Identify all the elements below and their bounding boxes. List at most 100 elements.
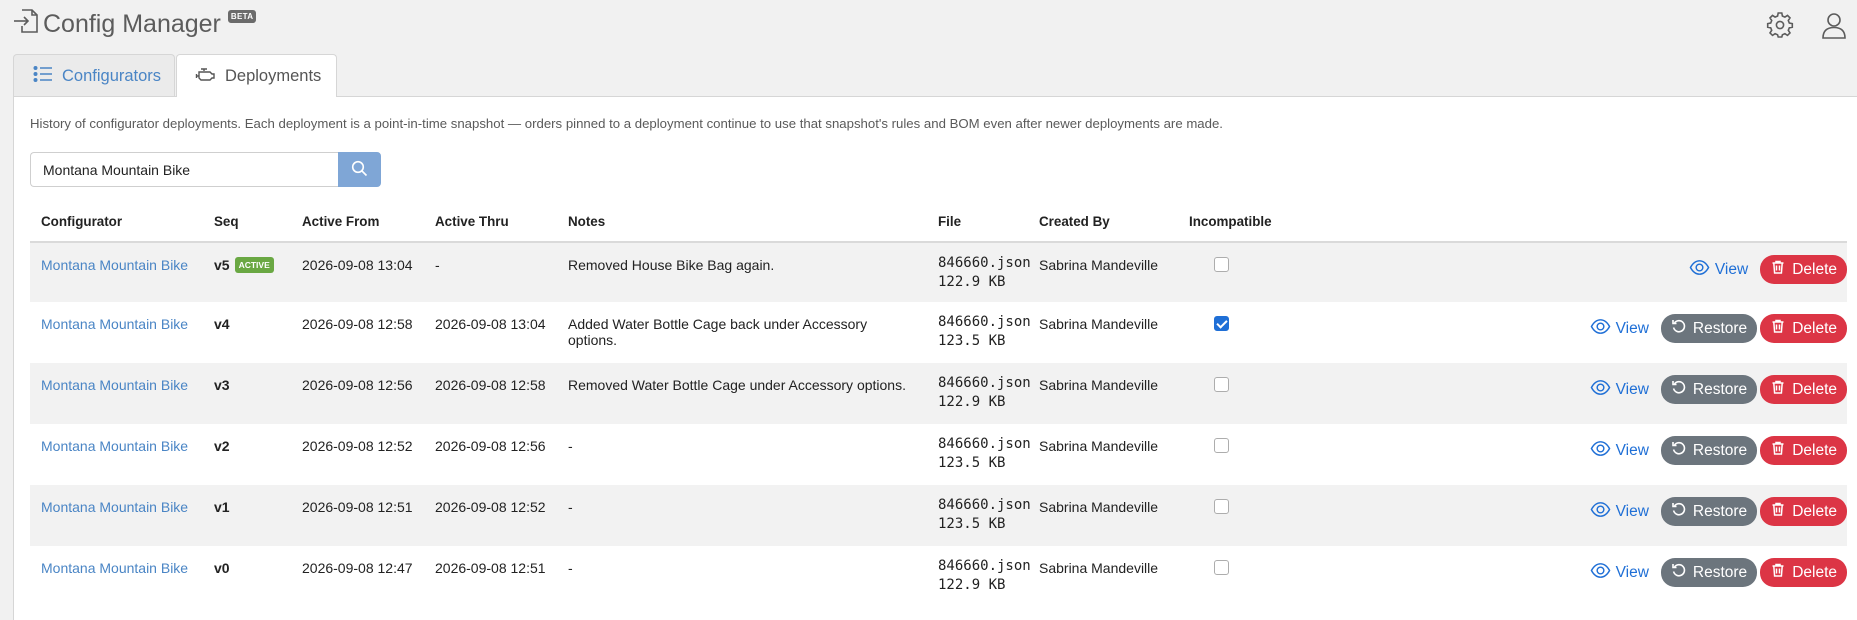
page-description: History of configurator deployments. Eac… bbox=[30, 116, 1223, 131]
restore-icon bbox=[1671, 501, 1687, 522]
restore-button[interactable]: Restore bbox=[1660, 558, 1758, 587]
beta-badge: BETA bbox=[227, 10, 257, 23]
tab-configurators-label: Configurators bbox=[62, 66, 162, 85]
configurator-link[interactable]: Montana Mountain Bike bbox=[41, 377, 188, 393]
cell-active-thru: 2026-09-08 12:51 bbox=[424, 546, 557, 607]
configurator-link[interactable]: Montana Mountain Bike bbox=[41, 560, 188, 576]
configurator-link[interactable]: Montana Mountain Bike bbox=[41, 499, 188, 515]
seq-value: v4 bbox=[214, 316, 230, 332]
view-button[interactable]: View bbox=[1590, 438, 1649, 464]
table-row: Montana Mountain Bike v2 2026-09-08 12:52 2… bbox=[30, 424, 1847, 485]
engine-icon bbox=[195, 63, 217, 90]
file-size: 122.9 KB bbox=[938, 394, 1006, 410]
cell-notes: - bbox=[557, 424, 927, 485]
cell-active-from: 2026-09-08 12:52 bbox=[291, 424, 424, 485]
cell-notes: - bbox=[557, 485, 927, 546]
col-header-actions bbox=[1298, 201, 1847, 243]
tab-deployments[interactable]: Deployments bbox=[176, 54, 337, 97]
delete-button[interactable]: Delete bbox=[1760, 375, 1847, 404]
trash-icon bbox=[1770, 379, 1786, 400]
trash-icon bbox=[1770, 259, 1786, 280]
eye-icon bbox=[1689, 257, 1710, 283]
cell-file: 846660.json 122.9 KB bbox=[927, 363, 1031, 424]
cell-active-from: 2026-09-08 12:51 bbox=[291, 485, 424, 546]
restore-button[interactable]: Restore bbox=[1660, 497, 1758, 526]
delete-button[interactable]: Delete bbox=[1760, 314, 1847, 343]
cell-seq: v4 bbox=[203, 302, 291, 363]
cell-created-by: Sabrina Mandeville bbox=[1028, 424, 1178, 485]
restore-button[interactable]: Restore bbox=[1660, 375, 1758, 404]
view-button[interactable]: View bbox=[1689, 257, 1748, 283]
file-size: 122.9 KB bbox=[938, 577, 1006, 593]
cell-incompatible bbox=[1178, 242, 1298, 302]
delete-button[interactable]: Delete bbox=[1760, 558, 1847, 587]
delete-button[interactable]: Delete bbox=[1760, 436, 1847, 465]
file-size: 123.5 KB bbox=[938, 516, 1006, 532]
restore-button[interactable]: Restore bbox=[1660, 436, 1758, 465]
restore-button[interactable]: Restore bbox=[1660, 314, 1758, 343]
cell-active-thru: 2026-09-08 13:04 bbox=[424, 302, 557, 363]
restore-label: Restore bbox=[1692, 441, 1748, 459]
cell-actions: View Restore Delete bbox=[1298, 485, 1847, 546]
file-name: 846660.json bbox=[938, 497, 1031, 513]
incompatible-checkbox[interactable] bbox=[1214, 438, 1229, 453]
file-name: 846660.json bbox=[938, 314, 1031, 330]
col-header-created-by[interactable]: Created By bbox=[1028, 201, 1178, 243]
delete-label: Delete bbox=[1792, 319, 1837, 337]
incompatible-checkbox[interactable] bbox=[1214, 377, 1229, 392]
view-button[interactable]: View bbox=[1590, 560, 1649, 586]
cell-actions: View Restore Delete bbox=[1298, 363, 1847, 424]
app-title-text: Config Manager bbox=[43, 10, 221, 38]
cell-file: 846660.json 123.5 KB bbox=[927, 424, 1031, 485]
restore-icon bbox=[1671, 440, 1687, 461]
incompatible-checkbox[interactable] bbox=[1214, 257, 1229, 272]
eye-icon bbox=[1590, 377, 1611, 403]
import-file-icon bbox=[11, 6, 41, 43]
configurator-link[interactable]: Montana Mountain Bike bbox=[41, 438, 188, 454]
incompatible-checkbox[interactable] bbox=[1214, 316, 1229, 331]
col-header-file[interactable]: File bbox=[927, 201, 1028, 243]
file-size: 123.5 KB bbox=[938, 333, 1006, 349]
col-header-incompatible[interactable]: Incompatible bbox=[1178, 201, 1298, 243]
cell-incompatible bbox=[1178, 363, 1298, 424]
view-button[interactable]: View bbox=[1590, 377, 1649, 403]
incompatible-checkbox[interactable] bbox=[1214, 499, 1229, 514]
search-button[interactable] bbox=[338, 152, 381, 187]
delete-button[interactable]: Delete bbox=[1760, 497, 1847, 526]
user-icon[interactable] bbox=[1820, 11, 1848, 39]
cell-incompatible bbox=[1178, 485, 1298, 546]
view-button[interactable]: View bbox=[1590, 316, 1649, 342]
search-icon bbox=[351, 160, 368, 180]
restore-label: Restore bbox=[1692, 380, 1748, 398]
trash-icon bbox=[1770, 501, 1786, 522]
view-label: View bbox=[1615, 441, 1649, 459]
cell-created-by: Sabrina Mandeville bbox=[1028, 363, 1178, 424]
cell-created-by: Sabrina Mandeville bbox=[1028, 302, 1178, 363]
trash-icon bbox=[1770, 562, 1786, 583]
file-name: 846660.json bbox=[938, 436, 1031, 452]
delete-button[interactable]: Delete bbox=[1760, 255, 1847, 284]
col-header-notes[interactable]: Notes bbox=[557, 201, 927, 243]
table-row: Montana Mountain Bike v4 2026-09-08 12:58 2… bbox=[30, 302, 1847, 363]
view-button[interactable]: View bbox=[1590, 499, 1649, 525]
gear-icon[interactable] bbox=[1766, 11, 1794, 39]
col-header-configurator[interactable]: Configurator bbox=[30, 201, 203, 243]
restore-label: Restore bbox=[1692, 563, 1748, 581]
cell-created-by: Sabrina Mandeville bbox=[1028, 242, 1178, 302]
configurator-link[interactable]: Montana Mountain Bike bbox=[41, 257, 188, 273]
incompatible-checkbox[interactable] bbox=[1214, 560, 1229, 575]
cell-seq: v5 ACTIVE bbox=[203, 242, 291, 302]
delete-label: Delete bbox=[1792, 502, 1837, 520]
search-input[interactable] bbox=[30, 152, 338, 187]
tab-configurators[interactable]: Configurators bbox=[13, 54, 175, 97]
seq-value: v0 bbox=[214, 560, 230, 576]
seq-value: v1 bbox=[214, 499, 230, 515]
deployments-panel: History of configurator deployments. Eac… bbox=[13, 96, 1857, 620]
cell-configurator: Montana Mountain Bike bbox=[30, 424, 203, 485]
col-header-active-thru[interactable]: Active Thru bbox=[424, 201, 557, 243]
col-header-seq[interactable]: Seq bbox=[203, 201, 291, 243]
col-header-active-from[interactable]: Active From bbox=[291, 201, 424, 243]
cell-actions: View Restore Delete bbox=[1298, 424, 1847, 485]
eye-icon bbox=[1590, 499, 1611, 525]
configurator-link[interactable]: Montana Mountain Bike bbox=[41, 316, 188, 332]
